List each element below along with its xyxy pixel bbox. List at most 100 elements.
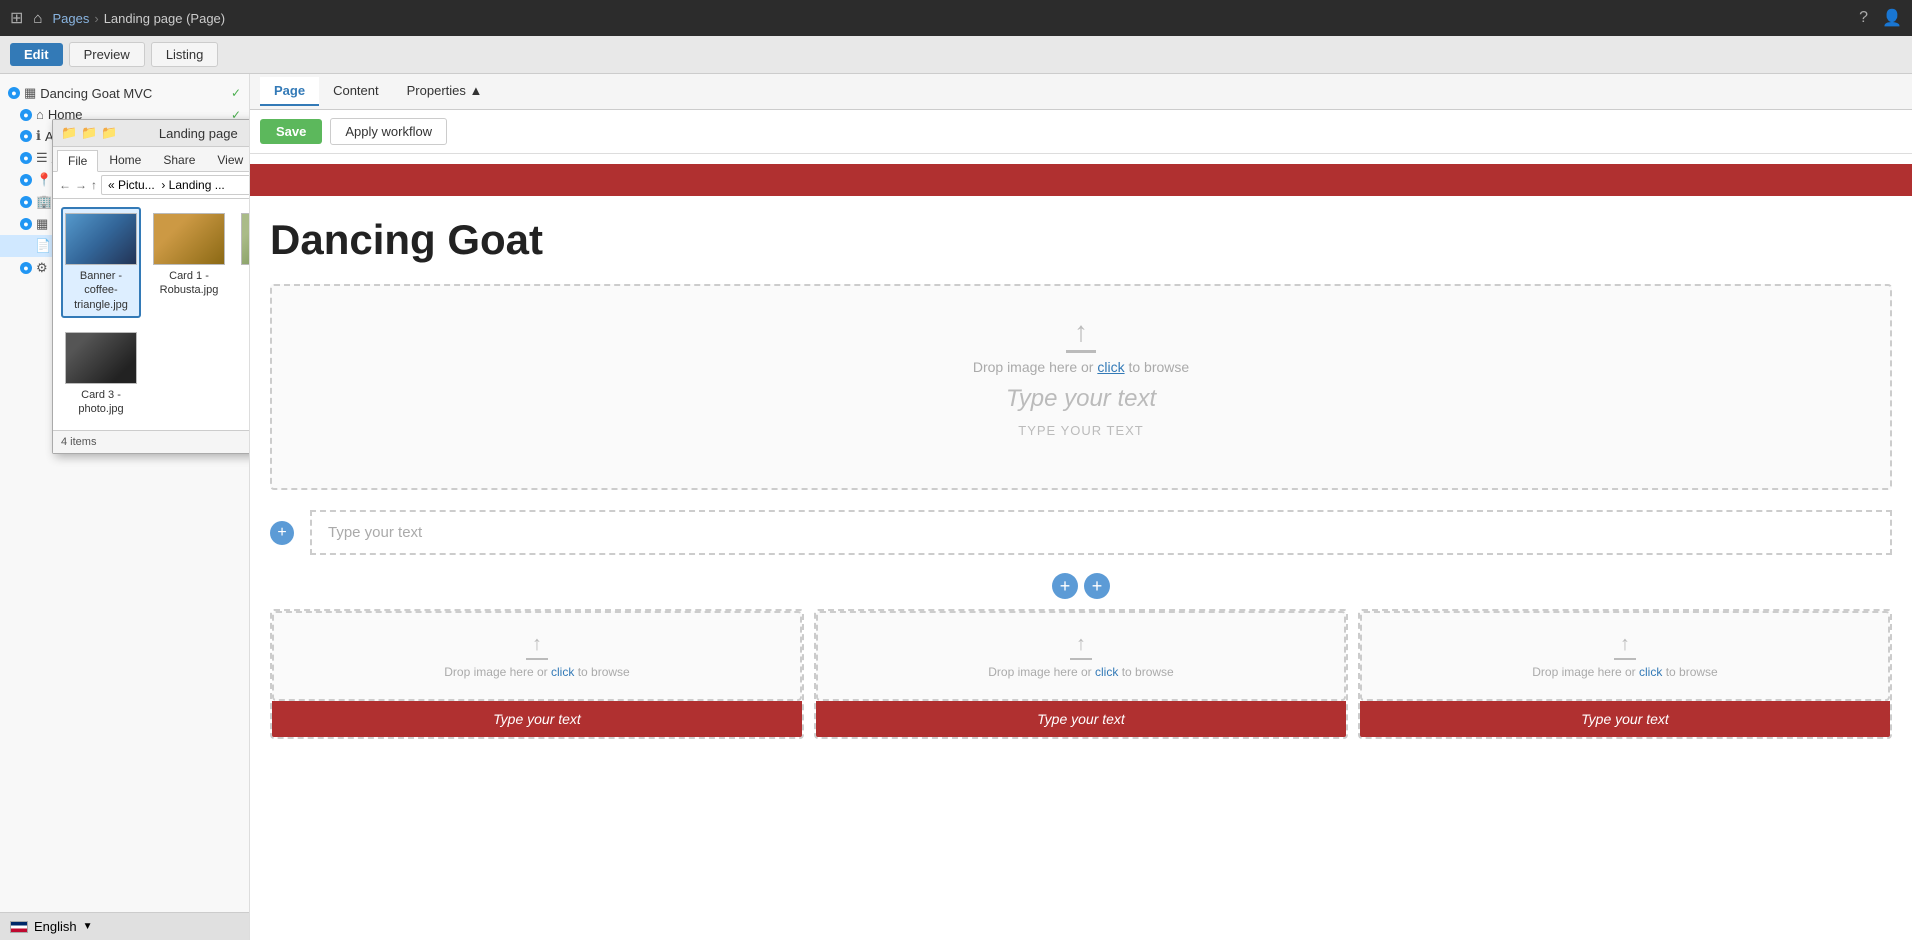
file-item-card3[interactable]: Card 3 - photo.jpg [61, 326, 141, 423]
code-icon: ⚙ [36, 260, 48, 276]
folder-icon-2: 📁 [81, 125, 97, 141]
products-grid-icon: ▦ [36, 216, 48, 232]
file-window-title: Landing page [124, 126, 250, 141]
expand-dot-articles: ● [20, 152, 32, 164]
file-ribbon: File Home Share View Manage ▼ ? [53, 147, 250, 172]
up-icon[interactable]: ↑ [91, 178, 97, 192]
plus-circle-2[interactable]: + [1084, 573, 1110, 599]
card-3: Drop image here or click to browse Type … [1358, 609, 1892, 739]
expand-dot-products: ● [20, 218, 32, 230]
file-statusbar: 4 items ☰ ⊞ [53, 430, 250, 453]
title-icons: 📁 📁 📁 [61, 125, 118, 141]
three-col-section: Drop image here or click to browse Type … [270, 609, 1892, 739]
building-icon: 🏢 [36, 194, 52, 210]
card2-drop-text: Drop image here or click to browse [828, 665, 1334, 679]
file-thumb-card3 [65, 332, 137, 384]
top-bar: ⊞ ⌂ Pages › Landing page (Page) ? 👤 [0, 0, 1912, 36]
file-thumb-banner [65, 213, 137, 265]
card-2-button[interactable]: Type your text [816, 701, 1346, 737]
card3-upload-line [1614, 658, 1636, 660]
main-drop-zone[interactable]: Drop image here or click to browse Type … [270, 284, 1892, 490]
map-icon: 📍 [36, 172, 52, 188]
address-bar: ← → ↑ ▼ ↻ [53, 172, 250, 199]
app-home-icon[interactable]: ⌂ [33, 10, 42, 27]
card2-browse-link[interactable]: click [1095, 665, 1118, 679]
card3-drop-text: Drop image here or click to browse [1372, 665, 1878, 679]
card-1-button[interactable]: Type your text [272, 701, 802, 737]
text-zone-row: + Type your text [270, 500, 1892, 565]
upload-icon [292, 316, 1870, 348]
card1-drop-text: Drop image here or click to browse [284, 665, 790, 679]
ribbon-tabs: File Home Share View Manage ▼ ? [53, 147, 250, 171]
tab-file[interactable]: File [57, 150, 98, 172]
top-bar-icons: ? 👤 [1859, 8, 1902, 28]
expand-dot-about: ● [20, 130, 32, 142]
card3-upload-icon [1372, 633, 1878, 656]
file-thumb-card2 [241, 213, 250, 265]
file-name-banner: Banner - coffee-triangle.jpg [67, 269, 135, 312]
upload-line [1066, 350, 1096, 353]
tab-view[interactable]: View [206, 149, 250, 171]
help-icon[interactable]: ? [1859, 9, 1868, 27]
tab-properties[interactable]: Properties ▲ [393, 77, 497, 106]
breadcrumb: Pages › Landing page (Page) [52, 11, 1849, 26]
page-title: Dancing Goat [270, 196, 1892, 274]
main-layout: ● ▦ Dancing Goat MVC ✓ ● ⌂ Home ✓ ● ℹ Ab… [0, 74, 1912, 940]
file-name-card3: Card 3 - photo.jpg [67, 388, 135, 417]
preview-button[interactable]: Preview [69, 42, 145, 67]
card-3-button[interactable]: Type your text [1360, 701, 1890, 737]
user-icon[interactable]: 👤 [1882, 8, 1902, 28]
back-icon[interactable]: ← [59, 178, 71, 192]
breadcrumb-current: Landing page (Page) [104, 11, 225, 26]
address-input[interactable] [101, 175, 250, 195]
apply-workflow-button[interactable]: Apply workflow [330, 118, 447, 145]
sec-bar: Edit Preview Listing [0, 36, 1912, 74]
tabs-bar: Page Content Properties ▲ [250, 74, 1912, 110]
file-window-titlebar: 📁 📁 📁 Landing page ─ □ ✕ [53, 120, 250, 147]
card-2-drop-area[interactable]: Drop image here or click to browse [816, 611, 1346, 701]
expand-dot: ● [8, 87, 20, 99]
tab-home[interactable]: Home [98, 149, 152, 171]
add-block-button[interactable]: + [270, 521, 294, 545]
card-1-drop-area[interactable]: Drop image here or click to browse [272, 611, 802, 701]
breadcrumb-sep: › [94, 11, 98, 26]
page-canvas: Dancing Goat Drop image here or click to… [250, 154, 1912, 789]
grid-icon[interactable]: ⊞ [10, 8, 23, 28]
tab-page[interactable]: Page [260, 77, 319, 106]
page-icon: 📄 [35, 238, 51, 254]
card1-upload-line [526, 658, 548, 660]
text-zone-1[interactable]: Type your text [310, 510, 1892, 555]
file-name-card1: Card 1 - Robusta.jpg [155, 269, 223, 298]
edit-button[interactable]: Edit [10, 43, 63, 66]
type-text-italic-1[interactable]: Type your text [292, 375, 1870, 418]
card-1: Drop image here or click to browse Type … [270, 609, 804, 739]
plus-circle-1[interactable]: + [1052, 573, 1078, 599]
card2-upload-line [1070, 658, 1092, 660]
file-thumb-card1 [153, 213, 225, 265]
content-area: Page Content Properties ▲ Save Apply wor… [250, 74, 1912, 940]
file-item-banner[interactable]: Banner - coffee-triangle.jpg [61, 207, 141, 318]
browse-link-1[interactable]: click [1097, 359, 1124, 375]
card-3-drop-area[interactable]: Drop image here or click to browse [1360, 611, 1890, 701]
tab-share[interactable]: Share [152, 149, 206, 171]
plus-overlay: + + [270, 573, 1892, 599]
card3-browse-link[interactable]: click [1639, 665, 1662, 679]
language-label[interactable]: English [34, 919, 77, 934]
breadcrumb-pages[interactable]: Pages [52, 11, 89, 26]
text-zone-placeholder: Type your text [328, 524, 422, 541]
type-text-upper-1[interactable]: TYPE YOUR TEXT [292, 418, 1870, 458]
save-button[interactable]: Save [260, 119, 322, 144]
expand-dot-cafes: ● [20, 174, 32, 186]
sidebar-item-root[interactable]: ● ▦ Dancing Goat MVC ✓ [0, 82, 249, 104]
expand-dot-home: ● [20, 109, 32, 121]
card1-browse-link[interactable]: click [551, 665, 574, 679]
forward-icon[interactable]: → [75, 178, 87, 192]
listing-button[interactable]: Listing [151, 42, 219, 67]
folder-icon-3: 📁 [101, 125, 117, 141]
tab-content[interactable]: Content [319, 77, 393, 106]
file-item-card1[interactable]: Card 1 - Robusta.jpg [149, 207, 229, 318]
sidebar: ● ▦ Dancing Goat MVC ✓ ● ⌂ Home ✓ ● ℹ Ab… [0, 74, 250, 940]
file-item-card2[interactable]: Card 2 - Thailand-Coffee.jpg [237, 207, 250, 318]
language-dropdown-icon[interactable]: ▼ [83, 921, 93, 932]
expand-dot-dgl: ● [20, 196, 32, 208]
